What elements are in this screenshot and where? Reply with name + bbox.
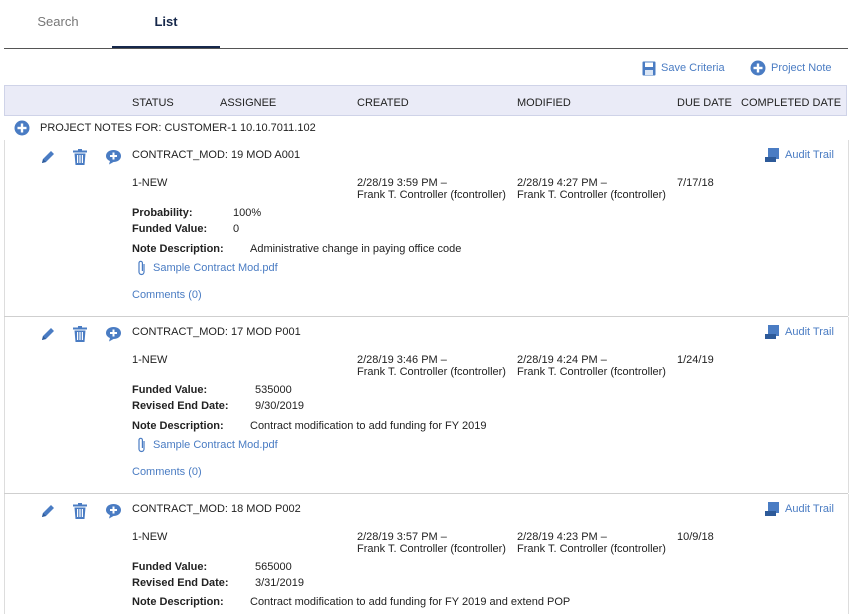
field-label: Funded Value:	[132, 561, 208, 573]
audit-trail-label: Audit Trail	[785, 503, 834, 515]
add-comment-icon[interactable]	[105, 326, 122, 342]
add-comment-icon[interactable]	[105, 149, 122, 165]
note-modified-by: Frank T. Controller (fcontroller)	[517, 189, 666, 201]
pencil-icon[interactable]	[40, 149, 56, 165]
audit-trail-icon	[765, 325, 779, 339]
audit-trail-link[interactable]: Audit Trail	[765, 502, 834, 516]
note-due-date: 1/24/19	[677, 354, 714, 366]
tab-bar: Search List	[4, 0, 848, 49]
note-item: CONTRACT_MOD: 18 MOD P002 Audit Trail 1-…	[4, 494, 849, 614]
audit-trail-icon	[765, 148, 779, 162]
note-modified-time: 2/28/19 4:27 PM –	[517, 177, 607, 189]
field-label: Funded Value:	[132, 384, 208, 396]
note-item: CONTRACT_MOD: 17 MOD P001 Audit Trail 1-…	[4, 317, 849, 493]
col-due-date[interactable]: DUE DATE	[677, 97, 732, 109]
col-status[interactable]: STATUS	[132, 97, 174, 109]
col-modified[interactable]: MODIFIED	[517, 97, 571, 109]
save-criteria-label: Save Criteria	[661, 62, 725, 74]
field-label: Revised End Date:	[132, 400, 229, 412]
note-created-by: Frank T. Controller (fcontroller)	[357, 543, 506, 555]
note-modified-time: 2/28/19 4:24 PM –	[517, 354, 607, 366]
note-description-label: Note Description:	[132, 420, 224, 432]
comments-link[interactable]: Comments (0)	[132, 289, 202, 301]
trash-icon[interactable]	[73, 326, 87, 342]
pencil-icon[interactable]	[40, 326, 56, 342]
attachment-link[interactable]: Sample Contract Mod.pdf	[153, 262, 278, 274]
field-value: 9/30/2019	[255, 400, 304, 412]
paperclip-icon	[138, 437, 145, 453]
note-status: 1-NEW	[132, 177, 168, 189]
note-created-time: 2/28/19 3:59 PM –	[357, 177, 447, 189]
field-value: 535000	[255, 384, 292, 396]
note-description: Administrative change in paying office c…	[250, 243, 462, 255]
save-criteria-button[interactable]: Save Criteria	[642, 59, 725, 77]
audit-trail-label: Audit Trail	[785, 149, 834, 161]
field-value: 100%	[233, 207, 262, 219]
note-created-time: 2/28/19 3:46 PM –	[357, 354, 447, 366]
save-icon	[642, 61, 656, 75]
audit-trail-label: Audit Trail	[785, 326, 834, 338]
note-due-date: 10/9/18	[677, 531, 714, 543]
note-created-time: 2/28/19 3:57 PM –	[357, 531, 447, 543]
field-label: Probability:	[132, 207, 193, 219]
note-status: 1-NEW	[132, 354, 168, 366]
project-notes-header: PROJECT NOTES FOR: CUSTOMER-1 10.10.7011…	[14, 120, 316, 136]
note-description: Contract modification to add funding for…	[250, 420, 487, 432]
tab-search[interactable]: Search	[4, 14, 112, 47]
audit-trail-link[interactable]: Audit Trail	[765, 148, 834, 162]
note-status: 1-NEW	[132, 531, 168, 543]
note-description: Contract modification to add funding for…	[250, 596, 571, 608]
field-label: Funded Value:	[132, 223, 208, 235]
note-modified-time: 2/28/19 4:23 PM –	[517, 531, 607, 543]
col-completed-date[interactable]: COMPLETED DATE	[741, 97, 841, 109]
note-modified-by: Frank T. Controller (fcontroller)	[517, 543, 666, 555]
note-title: CONTRACT_MOD: 19 MOD A001	[132, 149, 301, 161]
paperclip-icon	[138, 260, 145, 276]
note-due-date: 7/17/18	[677, 177, 714, 189]
attachment-link[interactable]: Sample Contract Mod.pdf	[153, 439, 278, 451]
column-header-row: STATUS ASSIGNEE CREATED MODIFIED DUE DAT…	[4, 85, 847, 116]
field-label: Revised End Date:	[132, 577, 229, 589]
note-description-label: Note Description:	[132, 243, 224, 255]
project-notes-label: PROJECT NOTES FOR: CUSTOMER-1 10.10.7011…	[40, 122, 316, 134]
project-note-label: Project Note	[771, 62, 832, 74]
tab-list[interactable]: List	[112, 14, 220, 48]
trash-icon[interactable]	[73, 149, 87, 165]
comments-link[interactable]: Comments (0)	[132, 466, 202, 478]
pencil-icon[interactable]	[40, 503, 56, 519]
trash-icon[interactable]	[73, 503, 87, 519]
field-value: 0	[233, 223, 240, 235]
note-title: CONTRACT_MOD: 18 MOD P002	[132, 503, 301, 515]
add-comment-icon[interactable]	[105, 503, 122, 519]
plus-circle-icon	[750, 60, 766, 76]
audit-trail-link[interactable]: Audit Trail	[765, 325, 834, 339]
plus-circle-icon[interactable]	[14, 120, 30, 136]
col-created[interactable]: CREATED	[357, 97, 409, 109]
audit-trail-icon	[765, 502, 779, 516]
note-created-by: Frank T. Controller (fcontroller)	[357, 189, 506, 201]
project-note-button[interactable]: Project Note	[750, 59, 832, 77]
field-value: 565000	[255, 561, 292, 573]
note-title: CONTRACT_MOD: 17 MOD P001	[132, 326, 301, 338]
note-created-by: Frank T. Controller (fcontroller)	[357, 366, 506, 378]
col-assignee[interactable]: ASSIGNEE	[220, 97, 276, 109]
field-value: 3/31/2019	[255, 577, 304, 589]
note-modified-by: Frank T. Controller (fcontroller)	[517, 366, 666, 378]
note-description-label: Note Description:	[132, 596, 224, 608]
note-item: CONTRACT_MOD: 19 MOD A001 Audit Trail 1-…	[4, 140, 849, 316]
